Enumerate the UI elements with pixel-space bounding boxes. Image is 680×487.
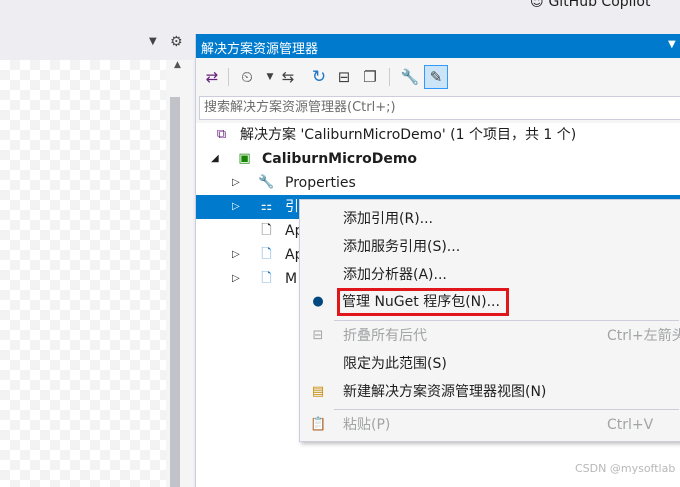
collapsed-arrow-icon[interactable]: ▷	[232, 195, 240, 219]
csharp-project-icon: ▣	[238, 151, 251, 166]
menu-item-add-analyzer[interactable]: 添加分析器(A)...	[300, 261, 680, 289]
search-input[interactable]	[200, 97, 674, 117]
nuget-icon: ●	[312, 294, 324, 309]
vertical-scrollbar[interactable]: ▲	[166, 60, 193, 487]
menu-item-label: 管理 NuGet 程序包(N)...	[337, 288, 509, 316]
tree-row-properties[interactable]: ▷ 🔧 Properties	[196, 171, 680, 195]
collapsed-arrow-icon[interactable]: ▷	[232, 267, 240, 291]
paste-icon: 📋	[310, 417, 327, 432]
github-copilot-button[interactable]: ☺ GitHub Copilot	[530, 0, 650, 10]
tree-row-solution[interactable]: ⧉ 解决方案 'CaliburnMicroDemo' (1 个项目，共 1 个)	[196, 123, 680, 147]
top-bar: ☺ GitHub Copilot	[0, 0, 680, 34]
history-icon[interactable]: ⏲	[236, 66, 258, 88]
collapse-icon: ⊟	[312, 328, 324, 343]
expanded-arrow-icon[interactable]: ◢	[211, 147, 219, 171]
show-all-files-icon[interactable]: ❐	[359, 66, 381, 88]
toolbar-separator	[228, 68, 229, 86]
references-label: 引	[285, 199, 299, 215]
menu-shortcut: Ctrl+V	[607, 417, 654, 433]
collapse-all-icon[interactable]: ⊟	[333, 66, 355, 88]
menu-separator	[334, 409, 679, 410]
new-view-icon: ▤	[311, 384, 325, 399]
project-label: CaliburnMicroDemo	[262, 151, 418, 167]
refresh-icon[interactable]: ↻	[308, 66, 330, 88]
menu-item-new-view[interactable]: ▤ 新建解决方案资源管理器视图(N)	[300, 378, 680, 406]
preview-icon[interactable]: ✎	[424, 65, 448, 89]
search-box[interactable]	[199, 96, 680, 120]
context-menu: 添加引用(R)... 添加服务引用(S)... 添加分析器(A)... ● 管理…	[299, 199, 680, 442]
config-file-icon: 🗋	[261, 223, 272, 238]
menu-item-add-reference[interactable]: 添加引用(R)...	[300, 205, 680, 233]
solution-explorer-title-bar: 解决方案资源管理器 ▼	[196, 34, 680, 58]
scrollbar-thumb[interactable]	[170, 97, 180, 487]
menu-item-collapse-all[interactable]: ⊟ 折叠所有后代 Ctrl+左箭头	[300, 322, 680, 350]
switch-views-icon[interactable]: ⇄	[201, 66, 223, 88]
collapsed-arrow-icon[interactable]: ▷	[232, 171, 240, 195]
menu-item-manage-nuget[interactable]: ● 管理 NuGet 程序包(N)...	[300, 288, 680, 316]
panel-title: 解决方案资源管理器	[201, 42, 319, 57]
references-icon: ⚏	[260, 199, 273, 214]
menu-shortcut: Ctrl+左箭头	[607, 328, 680, 344]
xaml-file-icon: 🗋	[261, 247, 272, 262]
menu-item-paste[interactable]: 📋 粘贴(P) Ctrl+V	[300, 411, 680, 439]
scroll-up-icon[interactable]: ▲	[174, 60, 181, 70]
solution-icon: ⧉	[216, 127, 227, 142]
menu-separator	[334, 320, 679, 321]
menu-item-add-service-reference[interactable]: 添加服务引用(S)...	[300, 233, 680, 261]
toolbar-separator	[389, 68, 390, 86]
editor-pane-header: ▼ ⚙	[0, 34, 193, 58]
menu-item-label: 添加服务引用(S)...	[343, 239, 461, 255]
menu-item-label: 新建解决方案资源管理器视图(N)	[343, 384, 547, 400]
wrench-icon[interactable]: 🔧	[399, 66, 421, 88]
copilot-label: GitHub Copilot	[548, 0, 651, 10]
watermark: CSDN @mysoftlab	[575, 462, 676, 475]
gear-icon[interactable]: ⚙	[170, 34, 183, 50]
sync-icon[interactable]: ⇆	[277, 66, 299, 88]
xaml-file-icon: 🗋	[261, 271, 272, 286]
copilot-icon: ☺	[530, 0, 544, 10]
menu-item-scope-to-this[interactable]: 限定为此范围(S)	[300, 350, 680, 378]
chevron-down-icon[interactable]: ▼	[149, 36, 157, 47]
editor-area[interactable]	[0, 60, 166, 487]
menu-item-label: 折叠所有后代	[343, 328, 427, 344]
tree-row-project[interactable]: ◢ ▣ CaliburnMicroDemo	[196, 147, 680, 171]
menu-item-label: 添加分析器(A)...	[343, 267, 447, 283]
menu-item-label: 添加引用(R)...	[343, 211, 434, 227]
menu-item-label: 限定为此范围(S)	[343, 356, 447, 372]
solution-label: 解决方案 'CaliburnMicroDemo' (1 个项目，共 1 个)	[240, 127, 577, 143]
wrench-icon: 🔧	[258, 175, 275, 190]
properties-label: Properties	[285, 175, 356, 191]
solution-explorer-toolbar: ⇄ ⏲ ▼ ⇆ ↻ ⊟ ❐ 🔧 ✎	[196, 60, 680, 94]
chevron-down-icon[interactable]: ▼	[668, 39, 676, 50]
menu-item-label: 粘贴(P)	[343, 417, 391, 433]
item-label: M	[285, 271, 298, 287]
collapsed-arrow-icon[interactable]: ▷	[232, 243, 240, 267]
